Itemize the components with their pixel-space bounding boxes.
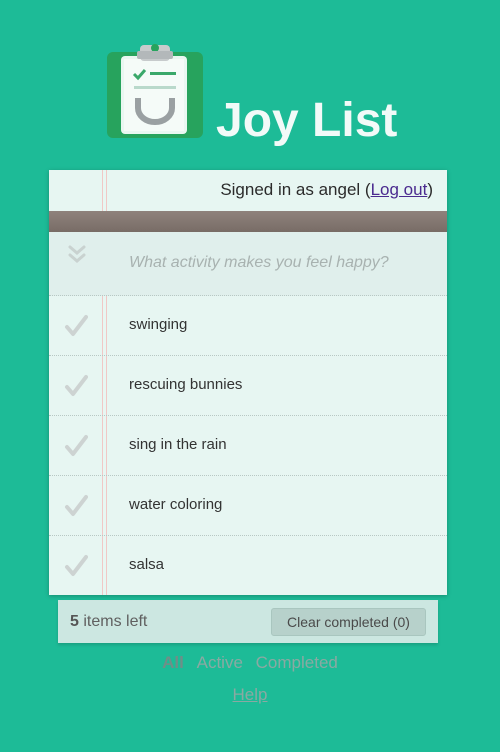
new-todo-row	[49, 232, 447, 296]
new-todo-input[interactable]	[129, 250, 429, 276]
items-left-label: items left	[78, 613, 148, 630]
todo-item[interactable]: rescuing bunnies	[49, 356, 447, 416]
filter-all[interactable]: All	[162, 653, 184, 672]
checkmark-icon[interactable]	[64, 494, 88, 518]
todo-label: sing in the rain	[129, 436, 227, 453]
signed-in-suffix: )	[427, 180, 433, 199]
clear-completed-button[interactable]: Clear completed (0)	[271, 608, 426, 636]
list-footer: 5 items left Clear completed (0)	[58, 600, 438, 643]
todo-label: swinging	[129, 316, 188, 333]
filter-completed[interactable]: Completed	[256, 653, 338, 672]
help-link[interactable]: Help	[0, 685, 500, 705]
app-header: Joy List	[0, 0, 500, 170]
app-title: Joy List	[216, 94, 398, 147]
list-header-bar	[49, 211, 447, 232]
todo-item[interactable]: water coloring	[49, 476, 447, 536]
clipboard-smile-icon	[107, 44, 203, 138]
checkmark-icon[interactable]	[64, 554, 88, 578]
checkmark-icon[interactable]	[64, 314, 88, 338]
filter-bar: All Active Completed	[0, 653, 500, 673]
todo-card: Signed in as angel (Log out) swinging re…	[49, 170, 447, 595]
todo-list: swinging rescuing bunnies sing in the ra…	[49, 296, 447, 595]
todo-label: rescuing bunnies	[129, 376, 243, 393]
checkmark-icon[interactable]	[64, 434, 88, 458]
signed-in-text: Signed in as angel (	[220, 180, 371, 199]
todo-label: water coloring	[129, 496, 223, 513]
checkmark-icon[interactable]	[64, 374, 88, 398]
todo-label: salsa	[129, 556, 165, 573]
todo-item[interactable]: sing in the rain	[49, 416, 447, 476]
logout-link[interactable]: Log out	[371, 180, 428, 199]
items-left-counter: 5 items left	[70, 613, 147, 631]
signed-in-status: Signed in as angel (Log out)	[220, 180, 433, 200]
items-left-count: 5	[70, 613, 79, 630]
todo-item[interactable]: salsa	[49, 536, 447, 595]
double-chevron-down-icon[interactable]	[67, 244, 87, 266]
todo-item[interactable]: swinging	[49, 296, 447, 356]
filter-active[interactable]: Active	[197, 653, 243, 672]
